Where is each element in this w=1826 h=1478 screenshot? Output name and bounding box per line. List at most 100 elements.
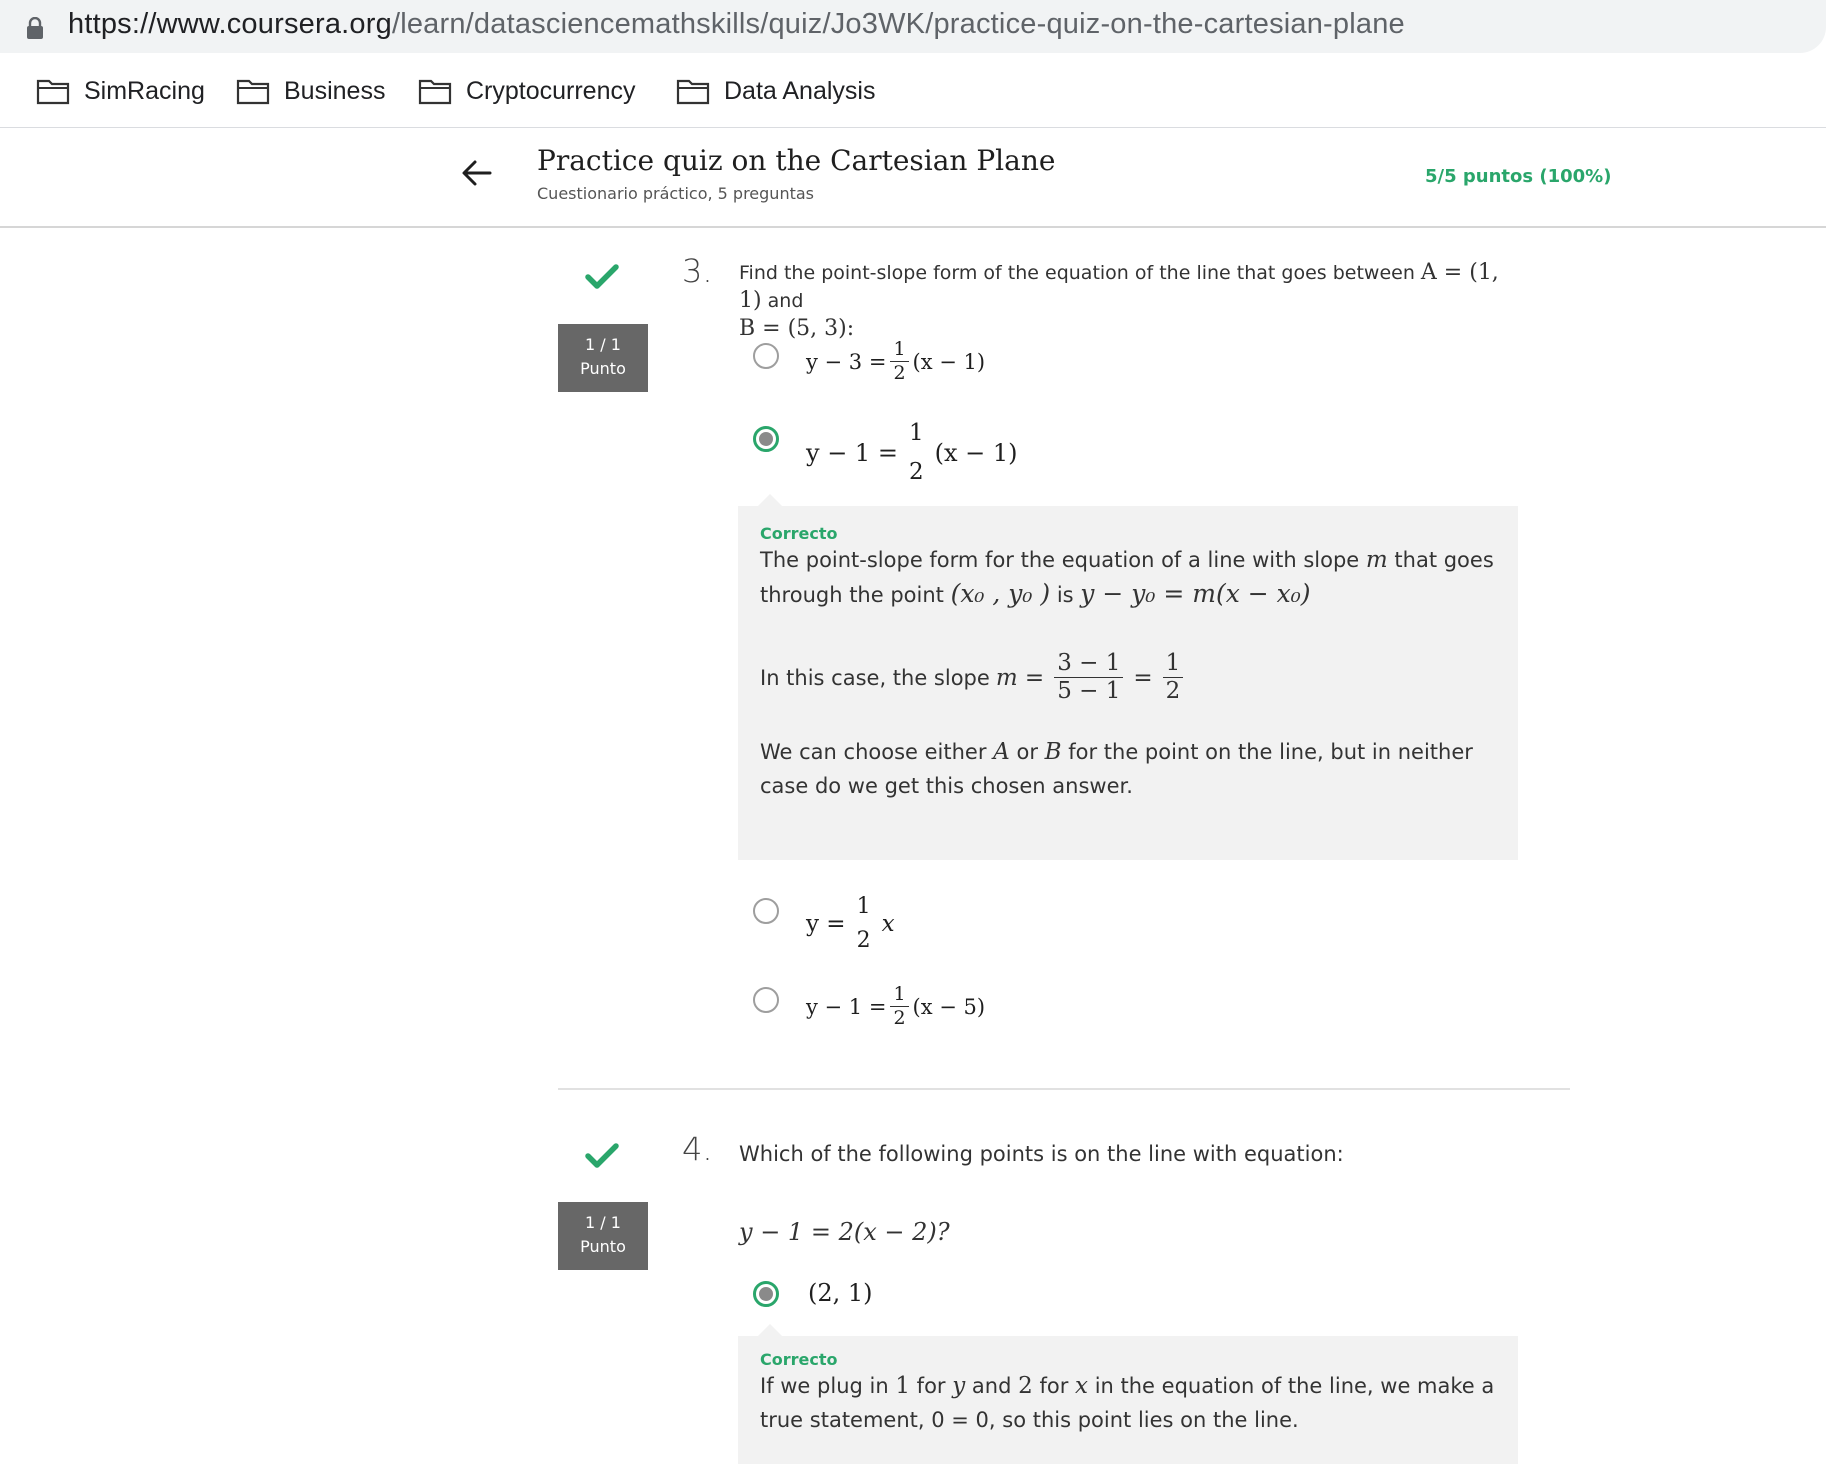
math-m: m = xyxy=(995,664,1045,691)
radio-option-3[interactable] xyxy=(753,898,779,924)
prompt-text: Find the point-slope form of the equatio… xyxy=(739,262,1415,284)
fraction-denominator: 5 − 1 xyxy=(1057,678,1121,704)
bookmark-business[interactable]: Business xyxy=(236,75,385,107)
math-x: x xyxy=(1075,1373,1088,1399)
quiz-header: Practice quiz on the Cartesian Plane Cue… xyxy=(0,128,1826,228)
fraction-numerator: 1 xyxy=(890,340,909,362)
fraction-numerator: 3 − 1 xyxy=(1054,652,1124,678)
fraction-numerator: 1 xyxy=(890,985,909,1007)
option-4[interactable]: y − 1 = 12 (x − 5) xyxy=(806,985,985,1028)
option-rhs: (x − 5) xyxy=(912,994,986,1019)
option-3[interactable]: y = 1 2 x xyxy=(806,896,895,952)
math-b: B xyxy=(1044,739,1062,765)
bookmark-cryptocurrency[interactable]: Cryptocurrency xyxy=(418,75,636,107)
option-2[interactable]: y − 1 = 1 2 (x − 1) xyxy=(806,422,1017,484)
bookmark-simracing[interactable]: SimRacing xyxy=(36,75,205,107)
points-value: 1 / 1 xyxy=(585,335,621,354)
feedback-paragraph-3: We can choose either A or B for the poin… xyxy=(760,735,1496,803)
folder-icon xyxy=(236,79,270,105)
option-1[interactable]: y − 3 = 12 (x − 1) xyxy=(806,340,985,383)
option-lhs: y − 3 = xyxy=(806,349,887,374)
bookmarks-bar: SimRacing Business Cryptocurrency Data A… xyxy=(0,53,1826,128)
math-equation: y − y₀ = m(x − x₀) xyxy=(1080,579,1311,608)
points-label: Punto xyxy=(580,359,626,378)
bookmark-label: Business xyxy=(284,76,386,105)
option-1[interactable]: (2, 1) xyxy=(808,1279,873,1307)
feedback-text: for xyxy=(1039,1374,1069,1398)
checkmark-icon xyxy=(585,264,619,289)
option-rhs: (x − 1) xyxy=(934,439,1018,467)
feedback-text: We can choose either xyxy=(760,740,987,764)
fraction-denominator: 2 xyxy=(893,362,906,384)
points-value: 1 / 1 xyxy=(585,1213,621,1232)
fraction-denominator: 2 xyxy=(908,459,924,485)
points-badge: 1 / 1 Punto xyxy=(558,324,648,392)
question-number: 3. xyxy=(682,252,713,290)
url-text[interactable]: https://www.coursera.org/learn/datascien… xyxy=(68,8,1405,41)
address-bar[interactable]: https://www.coursera.org/learn/datascien… xyxy=(0,0,1826,53)
feedback-text: If we plug in xyxy=(760,1374,889,1398)
feedback-panel: Correcto The point-slope form for the eq… xyxy=(738,494,1518,860)
option-lhs: y − 1 = xyxy=(806,439,898,467)
radio-option-1[interactable] xyxy=(753,1281,779,1307)
feedback-label: Correcto xyxy=(760,524,838,543)
fraction-denominator: 2 xyxy=(856,928,871,953)
feedback-paragraph-2: In this case, the slope m = 3 − 15 − 1 =… xyxy=(760,652,1496,703)
bookmark-label: Data Analysis xyxy=(724,76,876,105)
quiz-subtitle: Cuestionario práctico, 5 preguntas xyxy=(537,184,814,203)
fraction-denominator: 2 xyxy=(1165,678,1181,704)
fraction-denominator: 2 xyxy=(893,1007,906,1029)
feedback-text: is xyxy=(1056,583,1074,607)
option-lhs: y = xyxy=(806,911,846,937)
question-divider xyxy=(558,1088,1570,1090)
feedback-text: The point-slope form for the equation of… xyxy=(760,548,1360,572)
prompt-and: and xyxy=(767,290,804,312)
folder-icon xyxy=(418,79,452,105)
checkmark-icon xyxy=(585,1143,619,1168)
feedback-paragraph: If we plug in 1 for y and 2 for x in the… xyxy=(760,1369,1496,1437)
question-prompt: Find the point-slope form of the equatio… xyxy=(739,259,1519,343)
point-b: B = (5, 3): xyxy=(739,316,855,341)
math-m: m xyxy=(1365,547,1388,573)
math-equals: = xyxy=(1133,664,1153,691)
points-badge: 1 / 1 Punto xyxy=(558,1202,648,1270)
folder-icon xyxy=(676,79,710,105)
question-prompt: Which of the following points is on the … xyxy=(739,1142,1344,1166)
option-rhs: (x − 1) xyxy=(912,349,986,374)
url-host: https://www.coursera.org xyxy=(68,8,392,40)
option-rhs: x xyxy=(881,911,895,937)
quiz-title: Practice quiz on the Cartesian Plane xyxy=(537,144,1056,177)
fraction-numerator: 1 xyxy=(856,894,871,919)
fraction-numerator: 1 xyxy=(908,420,924,446)
math-y: y xyxy=(952,1373,966,1399)
quiz-score: 5/5 puntos (100%) xyxy=(1425,166,1612,187)
feedback-text: or xyxy=(1016,740,1038,764)
feedback-text: for xyxy=(916,1374,946,1398)
feedback-pointer xyxy=(758,1324,782,1336)
feedback-text: In this case, the slope xyxy=(760,665,990,690)
feedback-text: and xyxy=(971,1374,1012,1398)
points-label: Punto xyxy=(580,1237,626,1256)
feedback-pointer xyxy=(758,494,782,506)
radio-option-1[interactable] xyxy=(753,343,779,369)
back-arrow-icon[interactable] xyxy=(460,156,494,190)
radio-option-2[interactable] xyxy=(753,426,779,452)
question-equation: y − 1 = 2(x − 2)? xyxy=(739,1218,950,1246)
lock-icon xyxy=(27,17,43,39)
math-point: (x₀ , y₀ ) xyxy=(950,579,1051,608)
math-a: A xyxy=(993,739,1010,765)
bookmark-label: SimRacing xyxy=(84,76,205,105)
math-value: 1 xyxy=(895,1373,910,1399)
radio-option-4[interactable] xyxy=(753,987,779,1013)
math-value: 2 xyxy=(1018,1373,1033,1399)
fraction-numerator: 1 xyxy=(1162,652,1184,678)
feedback-paragraph-1: The point-slope form for the equation of… xyxy=(760,543,1496,612)
feedback-panel: Correcto If we plug in 1 for y and 2 for… xyxy=(738,1324,1518,1464)
question-number: 4. xyxy=(682,1130,713,1168)
option-lhs: y − 1 = xyxy=(806,994,887,1019)
option-label: (2, 1) xyxy=(808,1279,873,1307)
folder-icon xyxy=(36,79,70,105)
url-path: /learn/datasciencemathskills/quiz/Jo3WK/… xyxy=(391,8,1405,40)
feedback-label: Correcto xyxy=(760,1350,838,1369)
bookmark-data-analysis[interactable]: Data Analysis xyxy=(676,75,875,107)
